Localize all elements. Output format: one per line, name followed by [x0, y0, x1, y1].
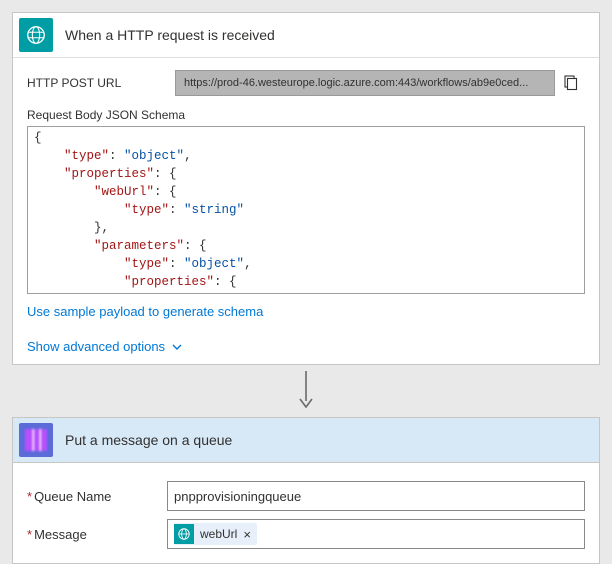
- message-input[interactable]: webUrl ×: [167, 519, 585, 549]
- queue-name-label: *Queue Name: [27, 489, 167, 504]
- queue-icon: [19, 423, 53, 457]
- http-post-url-label: HTTP POST URL: [27, 76, 175, 90]
- chevron-down-icon: [171, 341, 183, 353]
- token-remove-button[interactable]: ×: [241, 527, 253, 542]
- flow-connector-arrow: [0, 371, 612, 411]
- queue-action-title: Put a message on a queue: [53, 432, 232, 448]
- http-post-url-value[interactable]: https://prod-46.westeurope.logic.azure.c…: [175, 70, 555, 96]
- message-label: *Message: [27, 527, 167, 542]
- arrow-down-icon: [296, 371, 316, 411]
- http-icon: [174, 524, 194, 544]
- weburl-token[interactable]: webUrl ×: [174, 523, 257, 545]
- token-label: webUrl: [200, 527, 237, 541]
- http-trigger-header[interactable]: When a HTTP request is received: [13, 13, 599, 57]
- queue-name-input[interactable]: pnpprovisioningqueue: [167, 481, 585, 511]
- queue-action-card: Put a message on a queue *Queue Name pnp…: [12, 417, 600, 564]
- http-icon: [19, 18, 53, 52]
- http-trigger-title: When a HTTP request is received: [53, 27, 275, 43]
- queue-action-header[interactable]: Put a message on a queue: [13, 418, 599, 462]
- copy-url-button[interactable]: [555, 70, 585, 96]
- schema-editor[interactable]: { "type": "object", "properties": { "web…: [27, 126, 585, 294]
- http-trigger-body: HTTP POST URL https://prod-46.westeurope…: [13, 57, 599, 364]
- schema-label: Request Body JSON Schema: [27, 108, 585, 122]
- http-trigger-card: When a HTTP request is received HTTP POS…: [12, 12, 600, 365]
- show-advanced-options-link[interactable]: Show advanced options: [27, 339, 183, 354]
- use-sample-payload-link[interactable]: Use sample payload to generate schema: [27, 304, 263, 319]
- queue-action-body: *Queue Name pnpprovisioningqueue *Messag…: [13, 462, 599, 563]
- copy-icon: [562, 75, 578, 91]
